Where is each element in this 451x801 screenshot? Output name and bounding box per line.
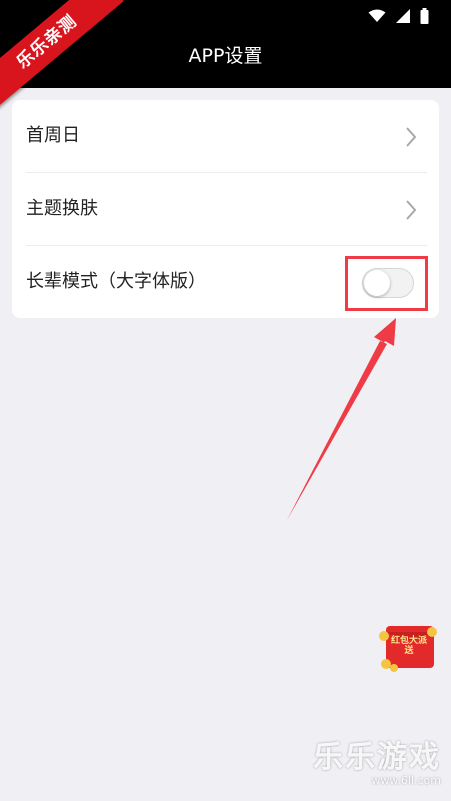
annotation-arrow (287, 318, 396, 520)
watermark-title: 乐乐游戏 (313, 740, 441, 775)
watermark-url: www.6ll.com (371, 774, 441, 787)
promo-label: 红包大派送 (390, 636, 427, 656)
site-watermark: 乐乐游戏 www.6ll.com (313, 741, 441, 787)
red-envelope-promo[interactable]: 红包大派送 (378, 622, 440, 672)
